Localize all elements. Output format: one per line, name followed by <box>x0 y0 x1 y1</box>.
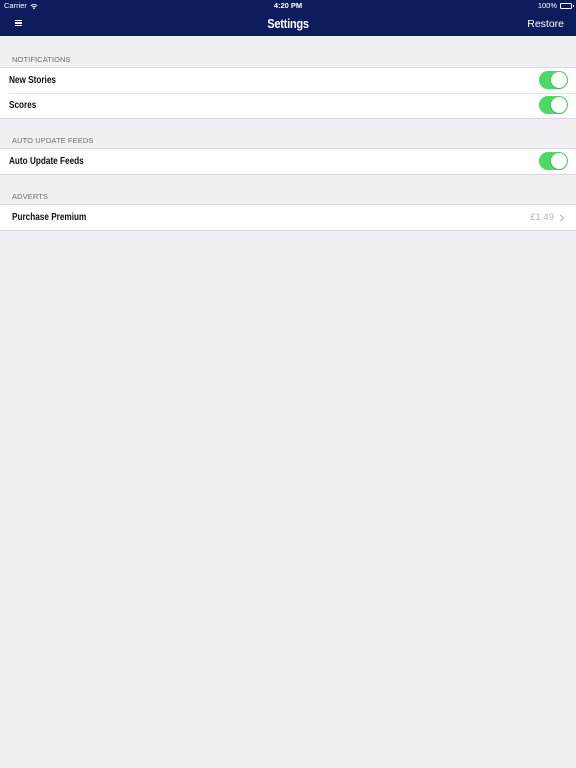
adverts-group: Purchase Premium £1.49 <box>0 204 576 231</box>
setting-label: Auto Update Feeds <box>9 156 84 167</box>
setting-label: Purchase Premium <box>12 212 87 223</box>
setting-label: New Stories <box>9 75 56 86</box>
section-header-auto-update-feeds: AUTO UPDATE FEEDS <box>12 136 94 145</box>
battery-indicator: 100% <box>537 0 574 12</box>
top-bar: Carrier 4:20 PM 100% Settings Restore <box>0 0 576 36</box>
notifications-group: New Stories Scores <box>0 67 576 119</box>
price-label: £1.49 <box>530 212 554 223</box>
battery-percent: 100% <box>537 1 557 10</box>
navigation-bar: Settings Restore <box>0 12 576 36</box>
new-stories-toggle[interactable] <box>539 71 568 89</box>
restore-button[interactable]: Restore <box>527 12 564 36</box>
section-header-adverts: ADVERTS <box>12 192 48 201</box>
battery-icon <box>560 3 574 9</box>
auto-update-feeds-toggle[interactable] <box>539 152 568 170</box>
auto-update-group: Auto Update Feeds <box>0 148 576 175</box>
hamburger-menu-icon[interactable] <box>12 18 26 30</box>
setting-row-new-stories: New Stories <box>0 68 576 93</box>
chevron-right-icon <box>559 213 565 222</box>
setting-row-scores: Scores <box>0 93 576 118</box>
section-header-notifications: NOTIFICATIONS <box>12 55 71 64</box>
scores-toggle[interactable] <box>539 96 568 114</box>
page-title: Settings <box>267 16 309 31</box>
setting-label: Scores <box>9 100 37 111</box>
setting-row-auto-update-feeds: Auto Update Feeds <box>0 149 576 174</box>
purchase-premium-row[interactable]: Purchase Premium £1.49 <box>0 205 576 230</box>
clock: 4:20 PM <box>273 1 303 10</box>
status-bar: Carrier 4:20 PM 100% <box>0 0 576 12</box>
